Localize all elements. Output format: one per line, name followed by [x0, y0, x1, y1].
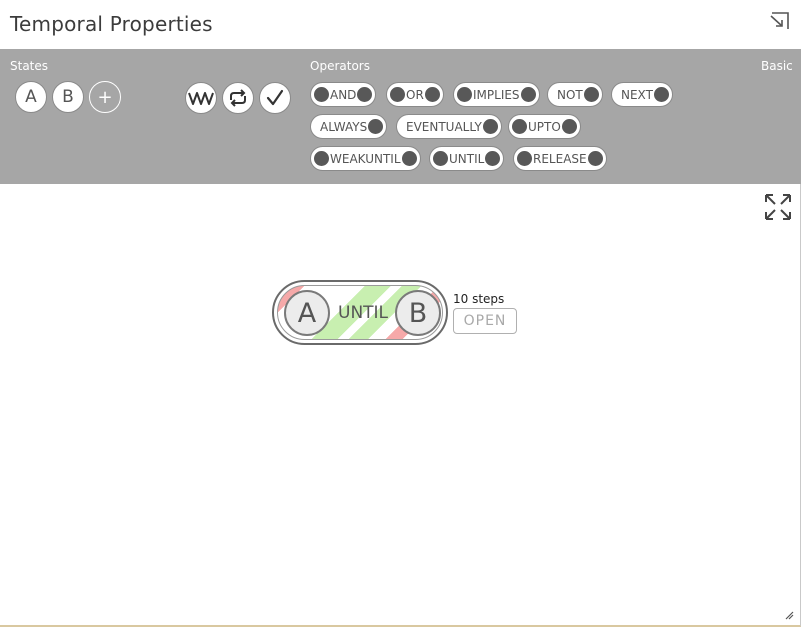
right-port-icon: [401, 151, 417, 166]
loop-icon: [230, 89, 246, 107]
operator-upto[interactable]: UPTO: [508, 114, 581, 139]
operator-label: NEXT: [621, 87, 653, 102]
operator-label: ALWAYS: [320, 119, 368, 134]
left-port-icon: [517, 151, 532, 166]
operator-release[interactable]: RELEASE: [513, 146, 607, 171]
operator-label: UPTO: [528, 119, 561, 134]
window-title: Temporal Properties: [10, 12, 213, 36]
operator-until[interactable]: UNTIL: [429, 146, 505, 171]
operator-label: NOT: [557, 87, 583, 102]
operator-label: AND: [330, 87, 357, 102]
left-port-icon: [433, 151, 448, 166]
expression-body: A UNTIL B: [277, 285, 443, 340]
operator-label: RELEASE: [533, 151, 587, 166]
operator-next[interactable]: NEXT: [611, 82, 673, 107]
waveform-button[interactable]: [185, 82, 217, 114]
right-port-icon: [587, 151, 603, 166]
right-port-icon: [368, 119, 384, 134]
left-port-icon: [457, 87, 472, 102]
operator-label: IMPLIES: [473, 87, 520, 102]
operator-or[interactable]: OR: [386, 82, 444, 107]
state-b-button[interactable]: B: [52, 81, 84, 113]
right-port-icon: [561, 119, 577, 134]
right-port-icon: [482, 119, 498, 134]
operator-weakuntil[interactable]: WEAKUNTIL: [310, 146, 421, 171]
add-state-button[interactable]: +: [89, 81, 121, 113]
left-port-icon: [390, 87, 405, 102]
operator-label: OR: [406, 87, 424, 102]
operator-not[interactable]: NOT: [547, 82, 603, 107]
verify-button[interactable]: [259, 82, 291, 114]
toolbar: States Operators Basic A B + AND OR IMPL…: [0, 49, 801, 184]
until-expression-node[interactable]: A UNTIL B: [272, 280, 448, 345]
property-canvas[interactable]: [0, 184, 800, 625]
right-port-icon: [653, 87, 669, 102]
states-label: States: [10, 59, 49, 73]
resize-grip-icon[interactable]: [784, 610, 794, 620]
right-port-icon: [583, 87, 599, 102]
right-port-icon: [485, 151, 501, 166]
left-port-icon: [314, 87, 329, 102]
operator-label: WEAKUNTIL: [330, 151, 401, 166]
mode-basic-toggle[interactable]: Basic: [761, 59, 793, 73]
right-port-icon: [357, 87, 373, 102]
expand-fullscreen-icon[interactable]: [764, 193, 792, 221]
right-port-icon: [520, 87, 536, 102]
state-a-button[interactable]: A: [15, 81, 47, 113]
check-icon: [266, 89, 284, 106]
operator-and[interactable]: AND: [310, 82, 377, 107]
popout-arrow-icon[interactable]: [769, 12, 789, 32]
steps-count: 10 steps: [453, 292, 505, 306]
loop-button[interactable]: [222, 82, 254, 114]
operator-label: UNTIL: [449, 151, 485, 166]
state-b-node[interactable]: B: [395, 290, 441, 336]
open-button[interactable]: OPEN: [453, 308, 517, 334]
left-port-icon: [314, 151, 329, 166]
operator-label: EVENTUALLY: [406, 119, 482, 134]
state-a-node[interactable]: A: [284, 290, 330, 336]
operator-always[interactable]: ALWAYS: [310, 114, 388, 139]
window-header: Temporal Properties: [0, 0, 801, 49]
operator-implies[interactable]: IMPLIES: [453, 82, 540, 107]
waveform-icon: [188, 92, 214, 105]
operator-until-label: UNTIL: [338, 303, 389, 323]
right-port-icon: [424, 87, 440, 102]
operators-label: Operators: [310, 59, 370, 73]
left-port-icon: [512, 119, 527, 134]
operator-eventually[interactable]: EVENTUALLY: [396, 114, 502, 139]
